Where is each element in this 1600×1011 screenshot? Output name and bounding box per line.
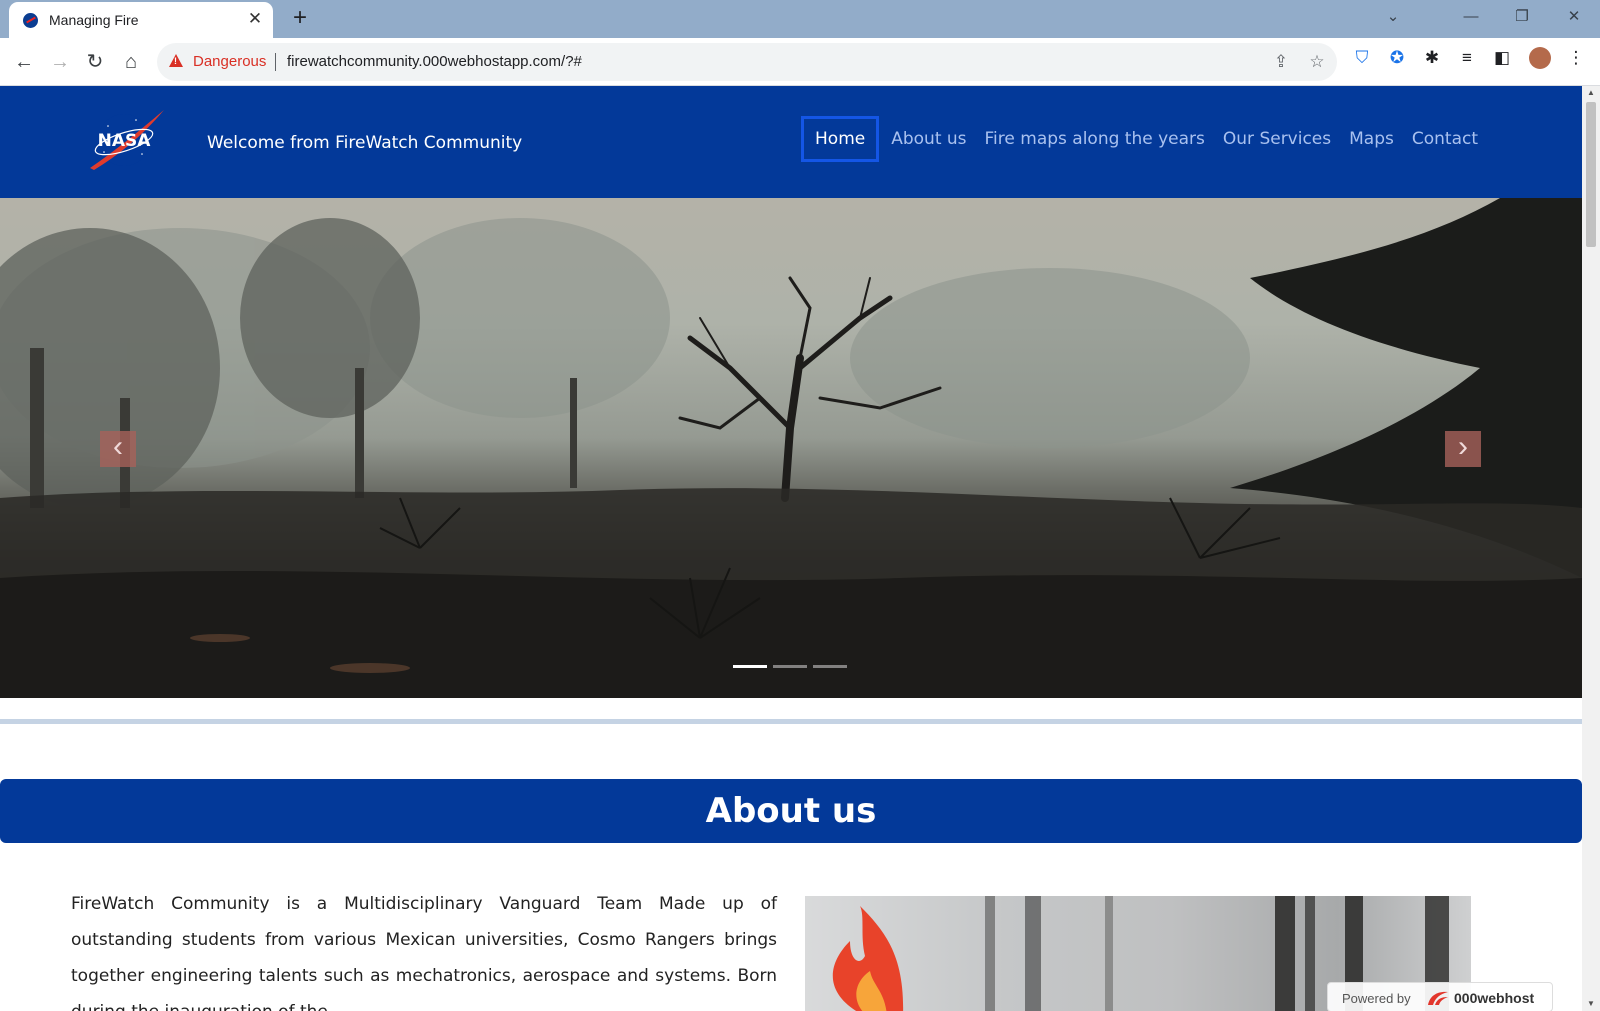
hero-carousel: ‹ › xyxy=(0,198,1582,698)
webhost-logo-icon xyxy=(1428,991,1448,1005)
scroll-up-icon[interactable]: ▲ xyxy=(1582,86,1600,100)
omnibox-separator xyxy=(275,53,276,71)
forward-icon[interactable]: → xyxy=(46,48,74,76)
carousel-next-button[interactable]: › xyxy=(1445,431,1481,467)
minimize-icon[interactable]: — xyxy=(1457,5,1485,29)
tab-title: Managing Fire xyxy=(49,12,139,28)
browser-tab[interactable]: Managing Fire ✕ xyxy=(9,2,273,38)
browser-toolbar: ← → ↻ ⌂ Dangerous firewatchcommunity.000… xyxy=(0,38,1600,86)
globe-extension-icon[interactable]: ✪ xyxy=(1386,47,1408,69)
main-nav: Home About us Fire maps along the years … xyxy=(801,116,1487,162)
nav-maps[interactable]: Maps xyxy=(1340,116,1403,162)
new-tab-button[interactable]: + xyxy=(288,6,312,30)
about-heading: About us xyxy=(705,791,877,831)
page-scrollbar[interactable]: ▲ ▼ xyxy=(1582,86,1600,1011)
browser-menu-icon[interactable]: ⋮ xyxy=(1565,47,1587,69)
reading-list-icon[interactable]: ≡ xyxy=(1456,47,1478,69)
tab-strip: Managing Fire ✕ + ⌄ — ❐ ✕ xyxy=(0,0,1600,38)
about-banner: About us xyxy=(0,779,1582,843)
scroll-thumb[interactable] xyxy=(1586,102,1596,247)
url-text[interactable]: firewatchcommunity.000webhostapp.com/?# xyxy=(287,53,582,70)
logo-text: NASA xyxy=(98,131,152,151)
web-page: NASA Welcome from FireWatch Community Ho… xyxy=(0,86,1582,1011)
shield-extension-icon[interactable]: ⛉ xyxy=(1351,47,1373,69)
address-bar[interactable]: Dangerous firewatchcommunity.000webhosta… xyxy=(157,43,1337,81)
nav-fire-maps[interactable]: Fire maps along the years xyxy=(976,116,1214,162)
bookmark-star-icon[interactable]: ☆ xyxy=(1307,52,1327,72)
tab-close-icon[interactable]: ✕ xyxy=(245,9,265,29)
nav-contact[interactable]: Contact xyxy=(1403,116,1487,162)
reload-icon[interactable]: ↻ xyxy=(81,48,109,76)
security-status[interactable]: Dangerous xyxy=(193,53,266,70)
back-icon[interactable]: ← xyxy=(10,48,38,76)
site-title: Welcome from FireWatch Community xyxy=(207,133,523,153)
puzzle-extensions-icon[interactable]: ✱ xyxy=(1421,47,1443,69)
carousel-prev-button[interactable]: ‹ xyxy=(100,431,136,467)
nasa-favicon-icon xyxy=(23,13,38,28)
tab-search-icon[interactable]: ⌄ xyxy=(1379,5,1407,29)
nasa-logo[interactable]: NASA xyxy=(86,106,166,176)
share-icon[interactable]: ⇪ xyxy=(1271,52,1291,72)
smoky-forest-image xyxy=(0,198,1582,698)
nav-home[interactable]: Home xyxy=(801,116,880,162)
profile-avatar[interactable] xyxy=(1529,47,1551,69)
nav-our-services[interactable]: Our Services xyxy=(1214,116,1340,162)
carousel-indicator-1[interactable] xyxy=(733,665,767,668)
scroll-down-icon[interactable]: ▼ xyxy=(1582,997,1600,1011)
warning-icon[interactable] xyxy=(169,54,183,67)
side-panel-icon[interactable]: ◧ xyxy=(1491,47,1513,69)
carousel-indicators xyxy=(733,665,853,668)
close-window-icon[interactable]: ✕ xyxy=(1560,5,1588,29)
powered-by-badge[interactable]: Powered by 000webhost xyxy=(1327,982,1553,1011)
carousel-indicator-2[interactable] xyxy=(773,665,807,668)
restore-icon[interactable]: ❐ xyxy=(1508,5,1536,29)
about-paragraph: FireWatch Community is a Multidisciplina… xyxy=(71,894,777,1011)
powered-by-label: Powered by xyxy=(1342,991,1411,1006)
nav-about-us[interactable]: About us xyxy=(882,116,975,162)
section-divider xyxy=(0,719,1582,724)
site-header: NASA Welcome from FireWatch Community Ho… xyxy=(0,86,1582,198)
powered-by-host: 000webhost xyxy=(1454,990,1535,1006)
carousel-indicator-3[interactable] xyxy=(813,665,847,668)
home-icon[interactable]: ⌂ xyxy=(117,48,145,76)
